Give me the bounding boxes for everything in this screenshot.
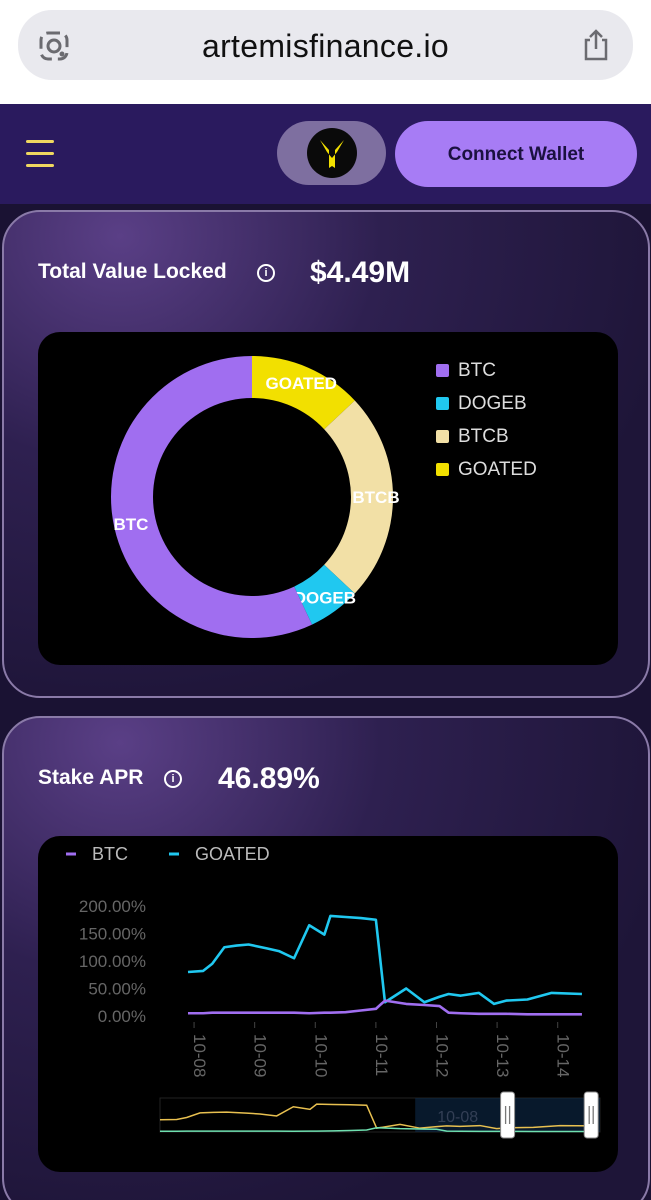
legend-label: BTCB (458, 426, 509, 447)
url-text: artemisfinance.io (202, 28, 449, 64)
artemis-logo-icon (307, 128, 357, 178)
legend-swatch (436, 430, 449, 443)
zoom-handle-left[interactable] (500, 1091, 516, 1139)
apr-title: Stake APR (38, 766, 144, 789)
logo-button[interactable] (277, 121, 386, 185)
apr-value: 46.89% (218, 762, 320, 795)
apr-line-chart: BTC GOATED 200.00% 150.00% 100.00% 50.00% 0.00… (66, 844, 601, 1139)
tvl-info-icon[interactable]: i (257, 264, 275, 282)
zoom-handle-right[interactable] (583, 1091, 599, 1139)
legend-label: BTC (92, 844, 128, 864)
zoom-handle-body (500, 1091, 516, 1139)
legend-item-btc[interactable]: BTC (436, 360, 496, 382)
x-tick-label: 10-14 (554, 1034, 573, 1077)
x-tick-label: 10-10 (311, 1034, 330, 1077)
x-tick-label: 10-12 (432, 1034, 451, 1077)
y-tick-label: 50.00% (88, 980, 146, 999)
legend-item-btcb[interactable]: BTCB (436, 426, 509, 448)
tvl-donut-chart: GOATED BTCB DOGEB BTC (110, 356, 400, 638)
legend-label: DOGEB (458, 393, 527, 414)
tvl-card: Total Value Locked i $4.49M GOATED BTCB DO… (2, 210, 650, 698)
y-tick-label: 0.00% (98, 1007, 146, 1026)
tvl-value: $4.49M (310, 256, 411, 289)
main-content: Total Value Locked i $4.49M GOATED BTCB DO… (0, 204, 651, 1200)
legend-item-dogeb[interactable]: DOGEB (436, 393, 527, 415)
x-tick-label: 10-09 (251, 1034, 270, 1077)
legend-label: GOATED (458, 459, 537, 480)
tvl-title: Total Value Locked (38, 260, 227, 283)
legend-swatch (436, 397, 449, 410)
address-bar[interactable]: artemisfinance.io (18, 10, 633, 80)
x-tick-label: 10-08 (190, 1034, 209, 1077)
connect-wallet-button[interactable]: Connect Wallet (395, 121, 637, 187)
app-header: Connect Wallet (0, 104, 651, 204)
donut-label-btc: BTC (114, 515, 149, 534)
legend-swatch (436, 364, 449, 377)
legend-label: BTC (458, 360, 496, 381)
legend-swatch (436, 463, 449, 476)
tvl-chart-panel: GOATED BTCB DOGEB BTC BTC DOGEB BTCB GOATED (38, 332, 618, 665)
line-legend-goated[interactable]: GOATED (169, 844, 270, 864)
y-tick-label: 200.00% (79, 897, 146, 916)
browser-bar: artemisfinance.io (0, 0, 651, 104)
donut-label-btcb: BTCB (352, 488, 399, 507)
legend-item-goated[interactable]: GOATED (436, 459, 537, 481)
donut-label-goated: GOATED (266, 374, 337, 393)
zoom-range-label: 10-08 (437, 1109, 478, 1126)
zoom-slider[interactable]: 10-08 (159, 1091, 601, 1139)
apr-chart-panel: BTC GOATED 200.00% 150.00% 100.00% 50.00% 0.00… (38, 836, 618, 1172)
hamburger-menu-icon[interactable] (26, 140, 54, 170)
zoom-handle-body (583, 1091, 599, 1139)
y-tick-label: 150.00% (79, 925, 146, 944)
legend-label: GOATED (195, 844, 270, 864)
donut-label-dogeb: DOGEB (294, 588, 356, 607)
share-icon[interactable] (581, 28, 611, 62)
y-tick-label: 100.00% (79, 952, 146, 971)
apr-card: Stake APR i 46.89% BTC GOATED 200.00% 150.0… (2, 716, 650, 1200)
x-tick-label: 10-11 (372, 1034, 391, 1076)
line-legend-btc[interactable]: BTC (66, 844, 128, 864)
x-tick-label: 10-13 (493, 1034, 512, 1077)
series-line-goated[interactable] (187, 914, 582, 1006)
apr-info-icon[interactable]: i (164, 770, 182, 788)
